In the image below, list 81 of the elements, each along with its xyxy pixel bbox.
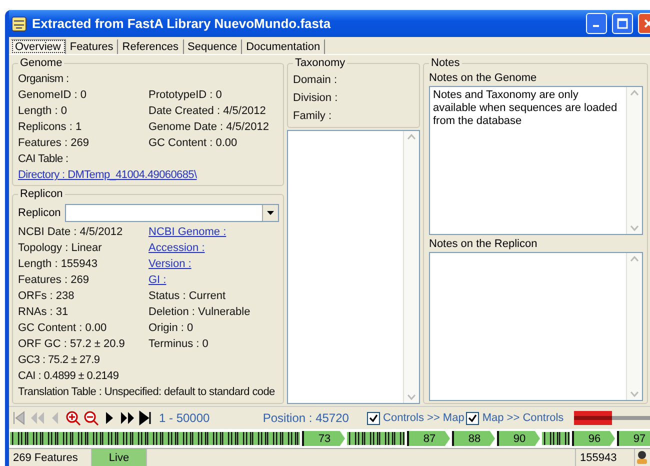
field-label: GC Content : 0.00 xyxy=(148,136,238,151)
field-label: Status : Current xyxy=(148,289,227,304)
field-label: ORFs : 238 xyxy=(18,289,76,304)
directory-link[interactable]: Directory : DMTemp_41004.49060685\ xyxy=(18,167,279,183)
scroll-down-icon[interactable] xyxy=(407,394,416,400)
minimize-button[interactable] xyxy=(586,13,607,34)
length-status: 155943 xyxy=(576,449,635,466)
feature-map[interactable]: 73 87 88 90 96 97 xyxy=(9,429,650,448)
gene-cluster-drawing xyxy=(542,431,570,446)
field-label: GC Content : 0.00 xyxy=(18,321,108,336)
field-label: Family : xyxy=(293,109,332,124)
field-label: RNAs : 31 xyxy=(18,305,70,320)
field-label: Length : 155943 xyxy=(18,257,99,272)
field-label: CAI : 0.4899 ± 0.2149 xyxy=(18,369,120,384)
scrollbar[interactable] xyxy=(626,253,642,400)
scroll-up-icon[interactable] xyxy=(630,90,639,96)
mode-status: Live xyxy=(92,449,147,466)
checkbox[interactable] xyxy=(466,412,480,424)
scroll-up-icon[interactable] xyxy=(630,256,639,262)
scrollbar[interactable] xyxy=(626,87,642,234)
gene-cluster-drawing xyxy=(347,431,405,446)
field-label: Topology : Linear xyxy=(18,241,103,256)
field-label: Deletion : Vulnerable xyxy=(148,305,252,320)
notes-text: Notes and Taxonomy are only available when sequences are loaded from the database xyxy=(432,88,618,129)
range-text: 1 - 50000 xyxy=(158,411,211,425)
replicon-dropdown[interactable] xyxy=(64,204,279,222)
group-title: Notes xyxy=(430,57,461,69)
position-text: Position : 45720 xyxy=(262,411,350,425)
field-label: Features : 269 xyxy=(18,136,90,151)
group-title: Replicon xyxy=(19,188,64,200)
field-link[interactable]: GI : xyxy=(148,272,279,288)
scroll-down-icon[interactable] xyxy=(630,225,639,231)
field-label: NCBI Date : 4/5/2012 xyxy=(18,225,124,240)
maximize-button[interactable] xyxy=(612,13,633,34)
field-label: Translation Table : Unspecified: default to standard code xyxy=(18,385,276,400)
field-label: Notes on the Replicon xyxy=(429,237,538,252)
field-label: Length : 0 xyxy=(18,104,68,119)
maximize-icon xyxy=(617,18,628,29)
zoom-out-icon[interactable] xyxy=(83,409,99,427)
notes-text-area[interactable]: Notes and Taxonomy are only available when sequences are loaded from the database xyxy=(429,86,643,235)
field-label: Organism : xyxy=(18,72,70,87)
field-label: Terminus : 0 xyxy=(148,337,210,352)
field-link[interactable]: Version : xyxy=(148,256,279,272)
tab[interactable]: References xyxy=(118,39,184,54)
tab[interactable]: Documentation xyxy=(242,39,326,54)
field-label: ORF GC : 57.2 ± 20.9 xyxy=(18,337,126,352)
scroll-up-icon[interactable] xyxy=(407,134,416,140)
field-link[interactable]: Accession : xyxy=(148,240,279,256)
field-label: Features : 269 xyxy=(18,273,90,288)
field-label: Division : xyxy=(293,91,339,106)
last-icon[interactable] xyxy=(137,409,153,427)
field-label: Notes on the Genome xyxy=(429,71,538,86)
tab[interactable]: Sequence xyxy=(184,39,242,54)
field-label: Replicon xyxy=(18,206,61,220)
first-icon[interactable] xyxy=(11,409,27,427)
field-label: Domain : xyxy=(293,73,338,88)
field-label: Genome Date : 4/5/2012 xyxy=(148,120,270,135)
field-link[interactable]: NCBI Genome : xyxy=(148,224,279,240)
scroll-down-icon[interactable] xyxy=(630,391,639,397)
field-label: PrototypeID : 0 xyxy=(148,88,223,103)
field-label: Date Created : 4/5/2012 xyxy=(148,104,267,119)
checkbox-label: Map >> Controls xyxy=(482,412,564,424)
field-label: CAI Table : xyxy=(18,152,70,167)
group-title: Taxonomy xyxy=(294,57,346,69)
checkbox[interactable] xyxy=(367,412,380,424)
field-label: GC3 : 75.2 ± 27.9 xyxy=(18,353,101,368)
person-icon[interactable] xyxy=(635,449,649,465)
window-title: Extracted from FastA Library NuevoMundo.fasta xyxy=(32,16,332,31)
field-label: Origin : 0 xyxy=(148,321,194,336)
field-label: GenomeID : 0 xyxy=(18,88,88,103)
taxonomy-list[interactable] xyxy=(287,130,420,404)
scrollbar[interactable] xyxy=(403,131,419,403)
zoom-in-icon[interactable] xyxy=(65,409,81,427)
group-title: Genome xyxy=(19,57,64,69)
checkbox-label: Controls >> Map xyxy=(383,412,464,424)
tab[interactable]: Features xyxy=(66,39,118,54)
tab[interactable]: Overview xyxy=(11,39,66,54)
field-label: Replicons : 1 xyxy=(18,120,83,135)
notes-text-area[interactable] xyxy=(429,252,643,401)
dropdown-arrow-icon xyxy=(267,211,274,215)
fast-forward-icon[interactable] xyxy=(119,409,135,427)
